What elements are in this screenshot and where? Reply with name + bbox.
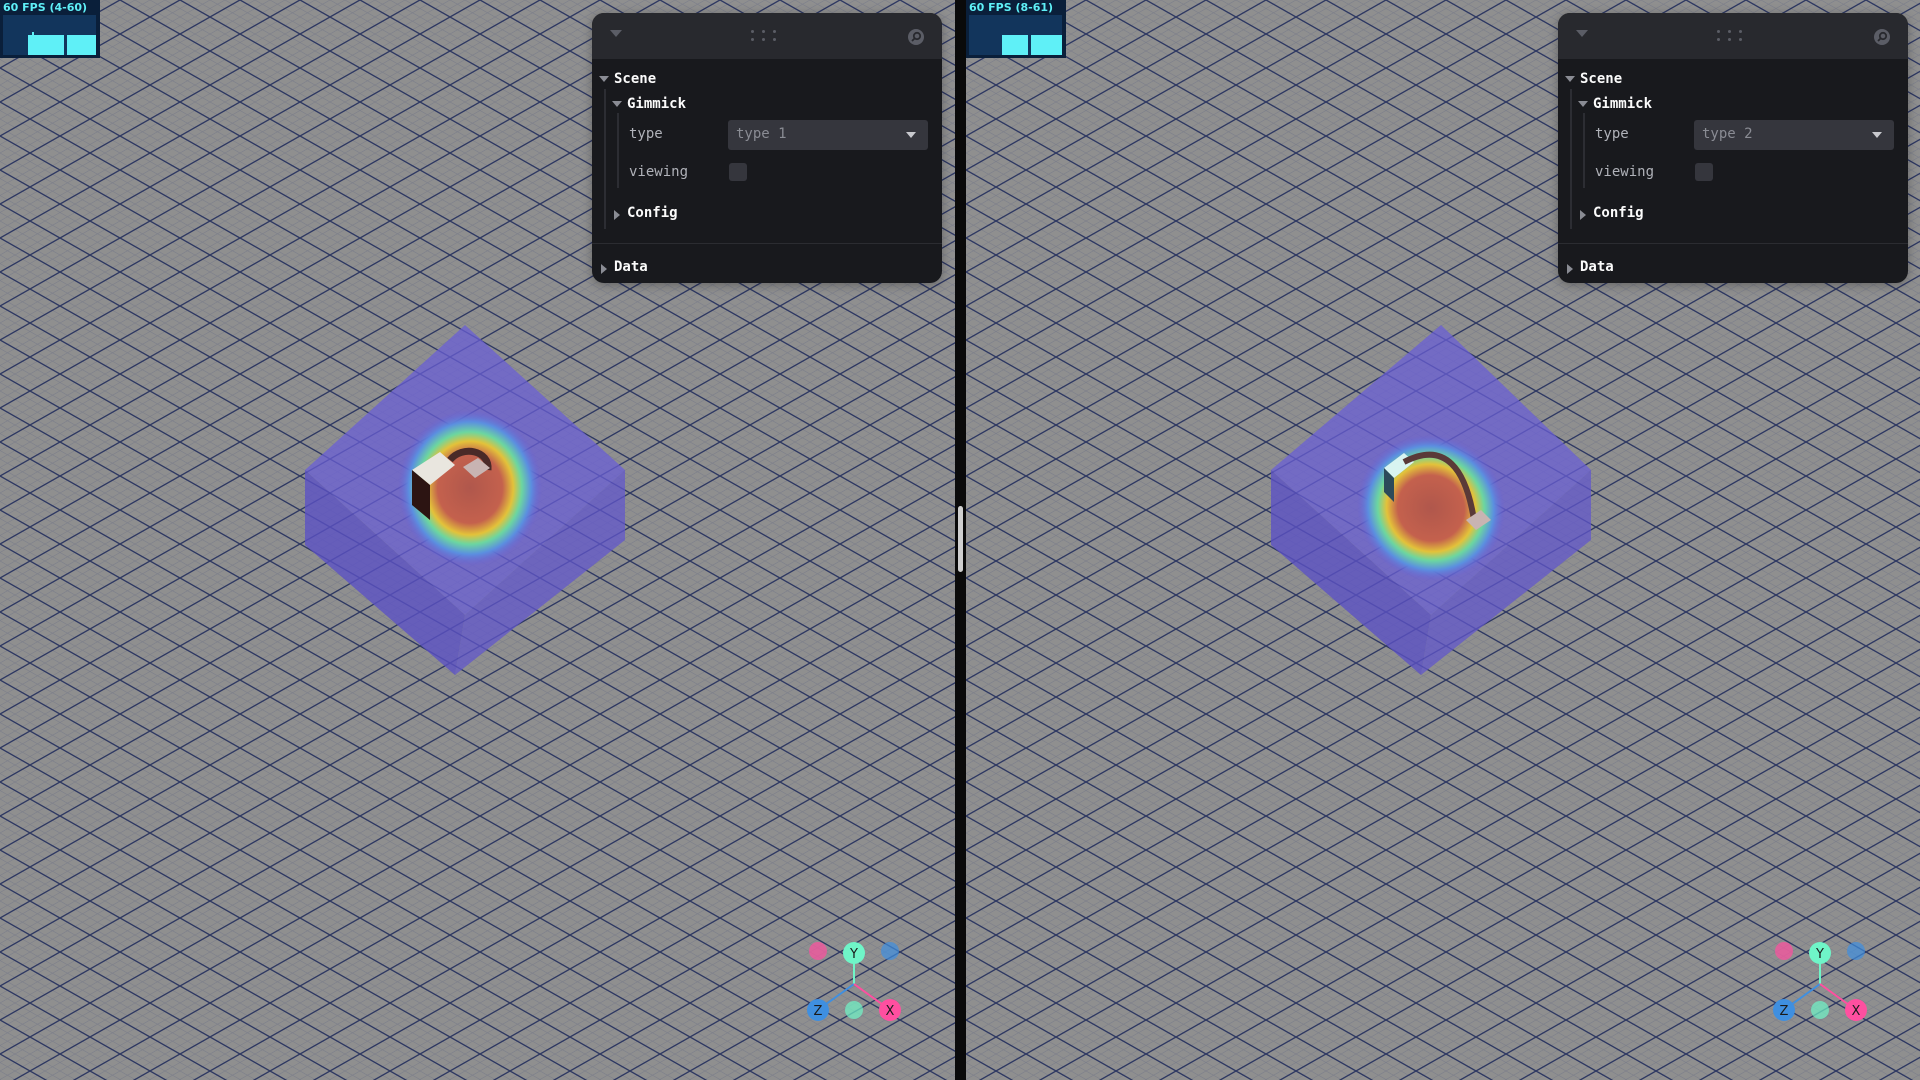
search-icon[interactable] [906, 27, 926, 47]
gimmick-folder-title[interactable]: Gimmick [1593, 96, 1652, 112]
gimmick-guide [617, 113, 619, 188]
type-select[interactable]: type 1 [728, 120, 928, 150]
data-folder-title[interactable]: Data [1580, 259, 1614, 275]
data-expand-icon[interactable] [601, 264, 607, 274]
collapse-chevron-icon[interactable] [1576, 30, 1588, 37]
data-expand-icon[interactable] [1567, 264, 1573, 274]
collapse-chevron-icon[interactable] [610, 30, 622, 37]
scene-folder-title[interactable]: Scene [1580, 71, 1622, 87]
panel-header[interactable] [1558, 13, 1908, 59]
neg-x-axis-handle[interactable] [1775, 942, 1793, 960]
drag-handle-icon[interactable] [751, 30, 781, 44]
z-axis-label: Z [814, 1004, 823, 1019]
fps-meter[interactable]: 60 FPS (4-60) [0, 0, 100, 58]
x-axis-label: X [1852, 1004, 1861, 1019]
fps-meter[interactable]: 60 FPS (8-61) [966, 0, 1066, 58]
scene-expand-icon[interactable] [1565, 76, 1575, 82]
gimmick-expand-icon[interactable] [1578, 101, 1588, 107]
neg-y-axis-handle[interactable] [1811, 1001, 1829, 1019]
config-folder-title[interactable]: Config [627, 205, 678, 221]
config-folder-title[interactable]: Config [1593, 205, 1644, 221]
type-select-value: type 1 [736, 126, 787, 142]
type-select-value: type 2 [1702, 126, 1753, 142]
chevron-down-icon [906, 132, 916, 138]
neg-z-axis-handle[interactable] [881, 942, 899, 960]
fps-graph [969, 15, 1062, 55]
panel-separator [592, 243, 942, 244]
type-label: type [629, 126, 663, 142]
panel-separator [1558, 243, 1908, 244]
y-axis-label: Y [1815, 947, 1824, 962]
data-folder-title[interactable]: Data [614, 259, 648, 275]
search-icon[interactable] [1872, 27, 1892, 47]
neg-x-axis-handle[interactable] [809, 942, 827, 960]
controls-panel: Scene Gimmick type type 1 viewing Config… [592, 13, 942, 283]
fps-label: 60 FPS (4-60) [3, 1, 88, 14]
viewing-checkbox[interactable] [729, 163, 747, 181]
scene-guide [604, 89, 606, 229]
scene-folder-title[interactable]: Scene [614, 71, 656, 87]
scene-guide [1570, 89, 1572, 229]
type-select[interactable]: type 2 [1694, 120, 1894, 150]
config-expand-icon[interactable] [614, 210, 620, 220]
viewing-label: viewing [1595, 164, 1655, 180]
gimmick-expand-icon[interactable] [612, 101, 622, 107]
panel-header[interactable] [592, 13, 942, 59]
divider-handle[interactable] [958, 506, 963, 572]
x-axis-label: X [886, 1004, 895, 1019]
type-label: type [1595, 126, 1629, 142]
fps-graph [3, 15, 96, 55]
gimmick-folder-title[interactable]: Gimmick [627, 96, 686, 112]
z-axis-label: Z [1780, 1004, 1789, 1019]
config-expand-icon[interactable] [1580, 210, 1586, 220]
gimmick-guide [1583, 113, 1585, 188]
neg-y-axis-handle[interactable] [845, 1001, 863, 1019]
split-divider[interactable] [955, 0, 966, 1080]
viewport-left[interactable]: Y Z X 60 FPS (4-60) Scene Gimmick type t… [0, 0, 955, 1080]
viewport-right[interactable]: Y Z X 60 FPS (8-61) Scene Gimmick type t… [966, 0, 1920, 1080]
controls-panel: Scene Gimmick type type 2 viewing Config… [1558, 13, 1908, 283]
scene-expand-icon[interactable] [599, 76, 609, 82]
viewing-checkbox[interactable] [1695, 163, 1713, 181]
y-axis-label: Y [849, 947, 858, 962]
viewing-label: viewing [629, 164, 689, 180]
fps-label: 60 FPS (8-61) [969, 1, 1054, 14]
drag-handle-icon[interactable] [1717, 30, 1747, 44]
neg-z-axis-handle[interactable] [1847, 942, 1865, 960]
chevron-down-icon [1872, 132, 1882, 138]
